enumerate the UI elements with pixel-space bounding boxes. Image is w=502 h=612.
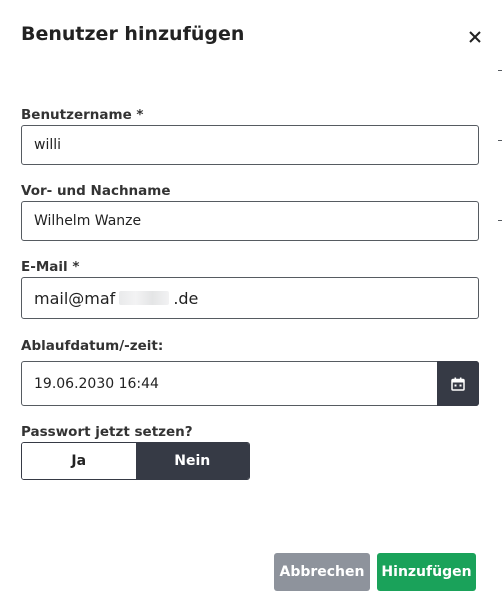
redacted-text xyxy=(119,291,170,305)
password-label: Passwort jetzt setzen? xyxy=(21,424,193,440)
background-edge xyxy=(498,140,502,141)
email-label: E-Mail * xyxy=(21,259,80,275)
background-edge xyxy=(498,70,502,71)
password-toggle: Ja Nein xyxy=(21,442,250,480)
calendar-icon xyxy=(451,377,465,391)
username-field[interactable]: willi xyxy=(21,125,479,165)
cancel-button[interactable]: Abbrechen xyxy=(274,553,370,591)
expiry-label: Ablaufdatum/-zeit: xyxy=(21,338,164,354)
toggle-option-nein[interactable]: Nein xyxy=(135,443,249,479)
expiry-value: 19.06.2030 16:44 xyxy=(34,375,159,392)
username-value: willi xyxy=(34,137,62,153)
expiry-datetime-field[interactable]: 19.06.2030 16:44 xyxy=(21,361,479,406)
fullname-value: Wilhelm Wanze xyxy=(34,213,142,229)
email-field[interactable]: mail@maf .de xyxy=(21,277,479,319)
calendar-button[interactable] xyxy=(437,361,479,406)
email-value-prefix: mail@maf xyxy=(34,288,116,308)
add-user-dialog: Benutzer hinzufügen Benutzername * willi… xyxy=(0,0,502,612)
add-user-button[interactable]: Hinzufügen xyxy=(377,553,476,591)
fullname-field[interactable]: Wilhelm Wanze xyxy=(21,201,479,241)
background-edge xyxy=(498,220,502,221)
email-value-suffix: .de xyxy=(173,288,199,308)
toggle-option-ja[interactable]: Ja xyxy=(22,443,136,479)
close-icon xyxy=(469,31,481,43)
fullname-label: Vor- und Nachname xyxy=(21,183,171,199)
dialog-title: Benutzer hinzufügen xyxy=(21,23,245,45)
close-button[interactable] xyxy=(464,26,486,48)
username-label: Benutzername * xyxy=(21,107,144,123)
